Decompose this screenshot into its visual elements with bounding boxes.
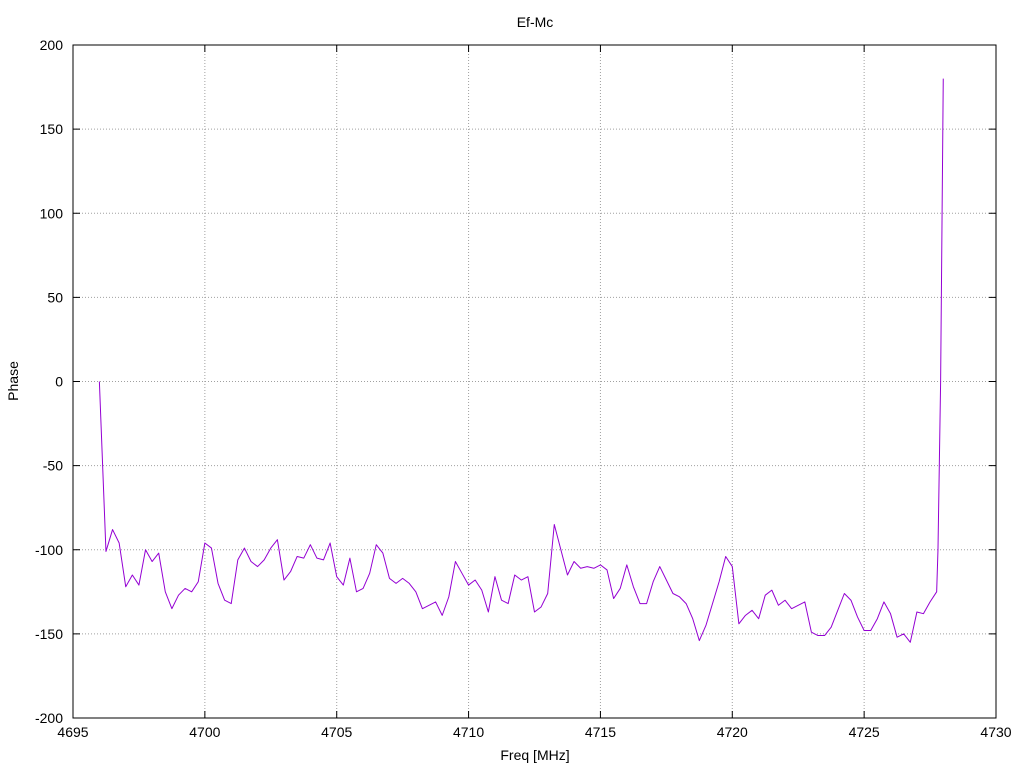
x-tick-label: 4710 xyxy=(453,724,484,740)
x-tick-label: 4705 xyxy=(321,724,352,740)
y-tick-label: -100 xyxy=(35,542,63,558)
y-tick-label: 100 xyxy=(40,205,64,221)
x-tick-label: 4725 xyxy=(849,724,880,740)
x-axis-label: Freq [MHz] xyxy=(500,747,569,763)
y-tick-label: 150 xyxy=(40,121,64,137)
y-axis-label: Phase xyxy=(5,361,21,401)
x-tick-label: 4700 xyxy=(189,724,220,740)
y-tick-label: -50 xyxy=(43,458,63,474)
chart-title: Ef-Mc xyxy=(517,14,554,30)
y-tick-label: 200 xyxy=(40,37,64,53)
chart: 4695 4700 4705 4710 4715 4720 4725 4730 -200 -15… xyxy=(0,0,1024,768)
y-tick-label: -200 xyxy=(35,710,63,726)
x-tick-label: 4715 xyxy=(585,724,616,740)
y-tick-label: 50 xyxy=(47,289,63,305)
x-tick-label: 4720 xyxy=(717,724,748,740)
y-tick-label: -150 xyxy=(35,626,63,642)
x-tick-label: 4730 xyxy=(980,724,1011,740)
x-tick-label: 4695 xyxy=(57,724,88,740)
chart-background xyxy=(0,0,1024,768)
y-tick-label: 0 xyxy=(55,374,63,390)
